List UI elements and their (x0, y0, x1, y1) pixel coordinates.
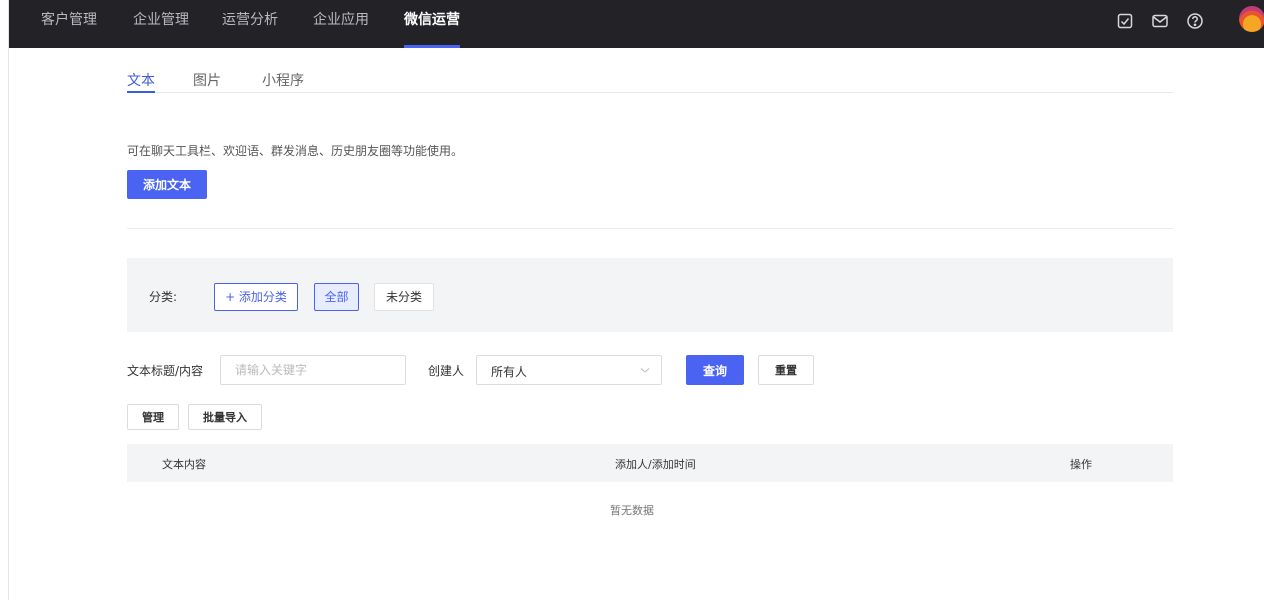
column-actions: 操作 (1070, 458, 1092, 471)
mail-icon[interactable] (1151, 12, 1169, 30)
add-text-button[interactable]: 添加文本 (127, 170, 207, 199)
nav-item-wechat[interactable]: 微信运营 (404, 0, 460, 48)
tab-image[interactable]: 图片 (193, 70, 221, 90)
add-category-button[interactable]: + 添加分类 (214, 283, 298, 311)
chevron-down-icon (639, 364, 651, 376)
nav-item-analytics[interactable]: 运营分析 (222, 0, 278, 48)
category-bar: 分类: + 添加分类 全部 未分类 (127, 258, 1173, 332)
top-nav: 客户管理 企业管理 运营分析 企业应用 微信运营 (9, 0, 1264, 48)
column-creator-time: 添加人/添加时间 (615, 458, 696, 471)
keyword-search-input[interactable] (220, 355, 406, 385)
avatar[interactable] (1239, 6, 1264, 32)
batch-import-button[interactable]: 批量导入 (188, 404, 262, 430)
section-divider (127, 228, 1173, 229)
manage-button[interactable]: 管理 (127, 404, 179, 430)
creator-select[interactable]: 所有人 (476, 355, 662, 385)
category-all-button[interactable]: 全部 (314, 283, 359, 311)
column-text-content: 文本内容 (162, 458, 206, 471)
category-label: 分类: (149, 290, 178, 304)
query-button[interactable]: 查询 (686, 355, 744, 385)
category-uncategorized-button[interactable]: 未分类 (374, 283, 434, 311)
tab-active-indicator (127, 91, 155, 93)
nav-item-apps[interactable]: 企业应用 (313, 0, 369, 48)
reset-button[interactable]: 重置 (758, 355, 814, 385)
tab-miniprogram[interactable]: 小程序 (262, 70, 304, 90)
empty-state-text: 暂无数据 (610, 504, 654, 517)
nav-item-customer[interactable]: 客户管理 (41, 0, 97, 48)
creator-select-value: 所有人 (491, 365, 528, 379)
nav-item-enterprise[interactable]: 企业管理 (133, 0, 189, 48)
title-filter-label: 文本标题/内容 (127, 364, 204, 378)
check-square-icon[interactable] (1116, 12, 1134, 30)
help-icon[interactable] (1186, 12, 1204, 30)
usage-hint: 可在聊天工具栏、欢迎语、群发消息、历史朋友圈等功能使用。 (127, 144, 464, 158)
table-header: 文本内容 添加人/添加时间 操作 (127, 444, 1173, 482)
tab-divider (127, 92, 1173, 93)
creator-filter-label: 创建人 (428, 364, 465, 378)
tab-text[interactable]: 文本 (127, 70, 155, 90)
